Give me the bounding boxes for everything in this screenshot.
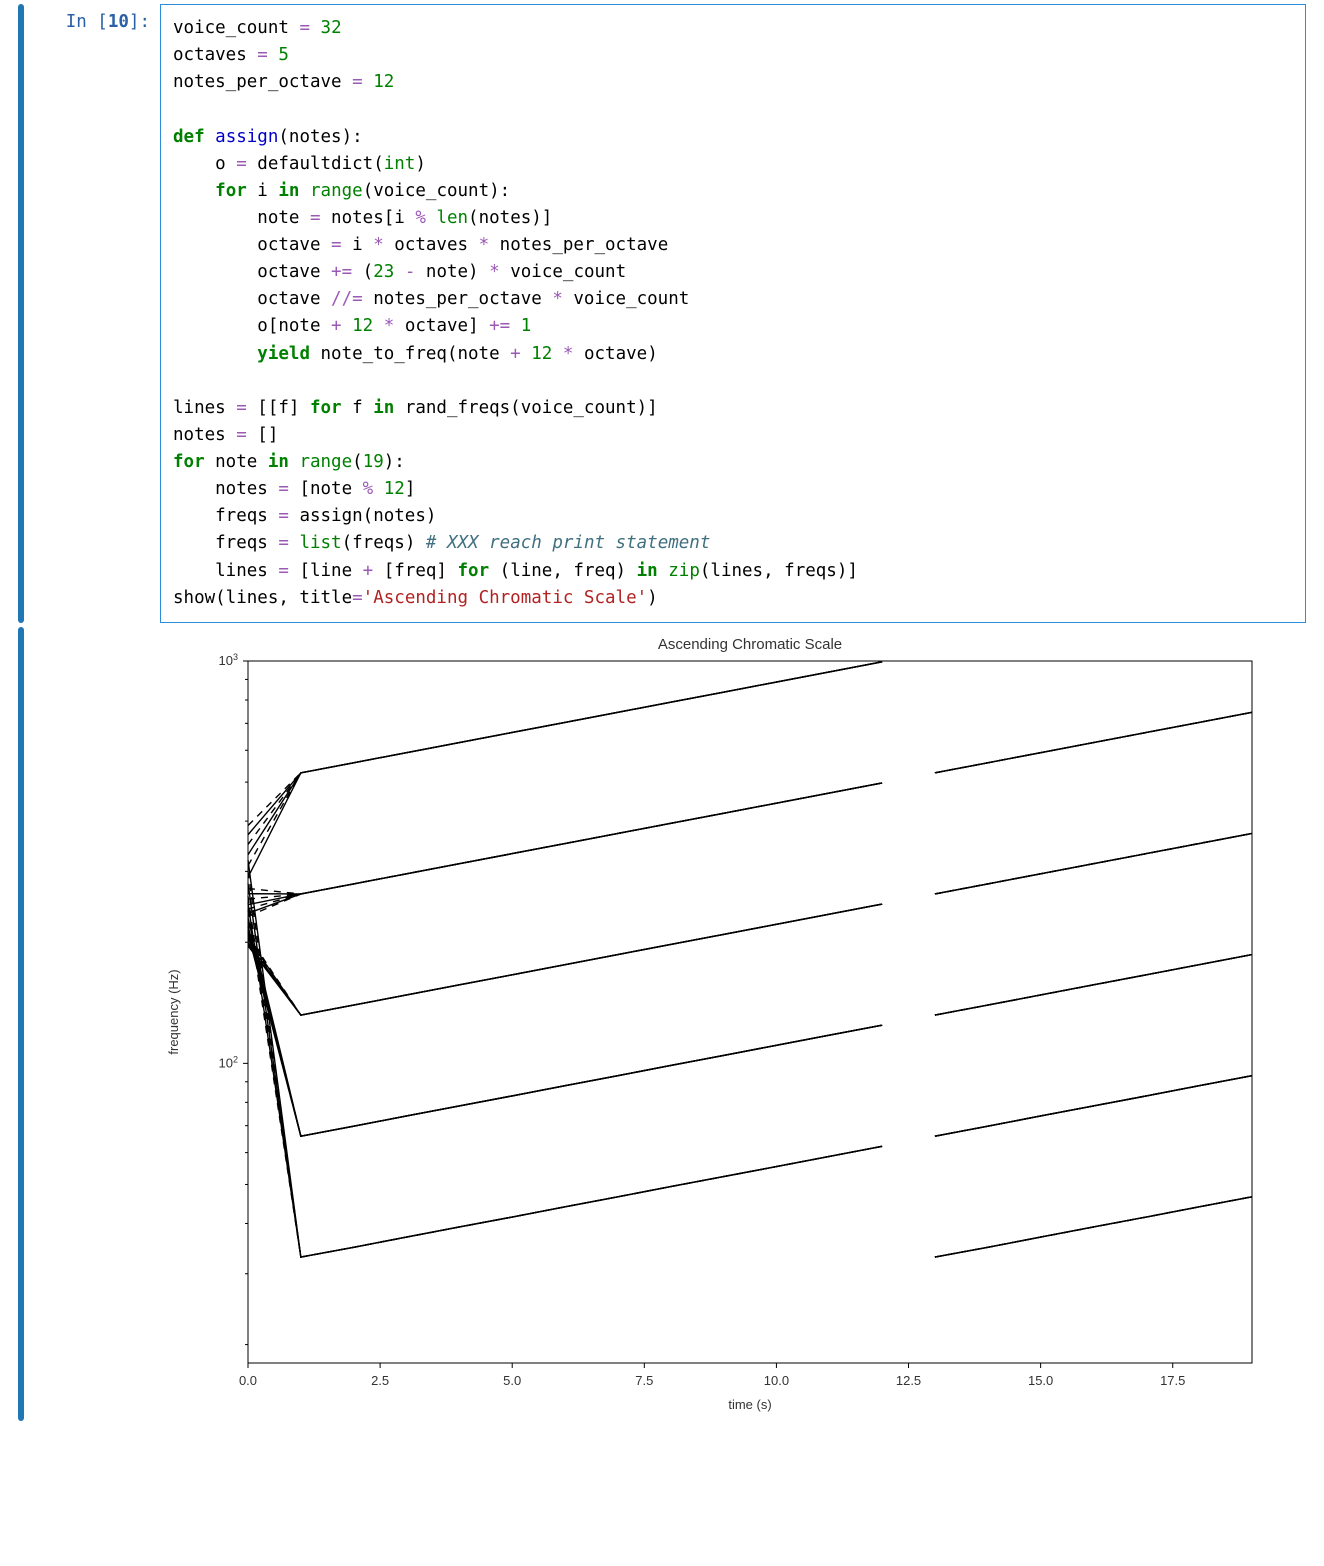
svg-text:7.5: 7.5 <box>635 1373 653 1388</box>
code-editor[interactable]: voice_count = 32 octaves = 5 notes_per_o… <box>160 4 1306 623</box>
prompt-in-label: In [ <box>66 12 108 32</box>
svg-text:12.5: 12.5 <box>896 1373 921 1388</box>
code-cell: In [10]: voice_count = 32 octaves = 5 no… <box>18 4 1306 623</box>
svg-text:15.0: 15.0 <box>1028 1373 1053 1388</box>
svg-text:103: 103 <box>219 652 238 668</box>
svg-text:0.0: 0.0 <box>239 1373 257 1388</box>
cell-run-indicator <box>18 4 24 623</box>
svg-text:time (s): time (s) <box>728 1397 771 1412</box>
prompt-number: 10 <box>108 12 129 32</box>
prompt-tail: ]: <box>129 12 150 32</box>
input-prompt: In [10]: <box>30 4 160 623</box>
svg-text:102: 102 <box>219 1054 238 1070</box>
cell-run-indicator <box>18 627 24 1421</box>
svg-text:17.5: 17.5 <box>1160 1373 1185 1388</box>
svg-text:Ascending Chromatic Scale: Ascending Chromatic Scale <box>658 636 842 653</box>
svg-text:2.5: 2.5 <box>371 1373 389 1388</box>
output-prompt <box>30 627 160 1421</box>
line-chart: Ascending Chromatic Scale 0.0 2.5 5.0 7.5 10.… <box>160 631 1270 1421</box>
output-cell: Ascending Chromatic Scale 0.0 2.5 5.0 7.5 10.… <box>18 627 1306 1421</box>
plot-output: Ascending Chromatic Scale 0.0 2.5 5.0 7.5 10.… <box>160 627 1306 1421</box>
svg-text:5.0: 5.0 <box>503 1373 521 1388</box>
svg-text:10.0: 10.0 <box>764 1373 789 1388</box>
svg-text:frequency (Hz): frequency (Hz) <box>166 969 181 1054</box>
